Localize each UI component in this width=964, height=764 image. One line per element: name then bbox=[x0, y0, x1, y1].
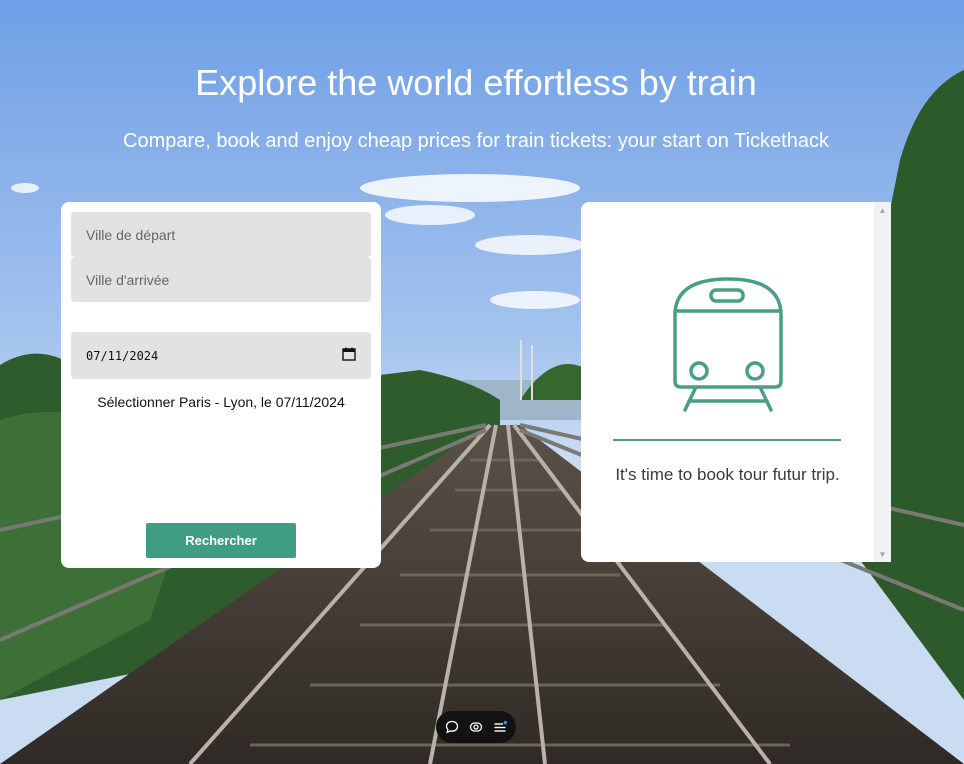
selection-summary: Sélectionner Paris - Lyon, le 07/11/2024 bbox=[97, 394, 345, 410]
results-card: It's time to book tour futur trip. ▲ ▼ bbox=[581, 202, 891, 562]
floating-toolbar bbox=[436, 711, 516, 743]
results-scrollbar[interactable]: ▲ ▼ bbox=[874, 202, 891, 562]
hero-subtitle: Compare, book and enjoy cheap prices for… bbox=[123, 130, 829, 152]
menu-list-icon[interactable] bbox=[492, 719, 508, 735]
scroll-up-arrow-icon[interactable]: ▲ bbox=[874, 202, 891, 218]
calendar-icon[interactable] bbox=[342, 347, 356, 364]
eye-icon[interactable] bbox=[468, 719, 484, 735]
train-icon bbox=[673, 277, 783, 412]
results-empty-message: It's time to book tour futur trip. bbox=[615, 465, 840, 484]
scroll-down-arrow-icon[interactable]: ▼ bbox=[874, 546, 891, 562]
date-value: 07/11/2024 bbox=[86, 348, 159, 363]
date-input[interactable]: 07/11/2024 bbox=[71, 332, 371, 379]
search-card: 07/11/2024 Sélectionner Paris - Lyon, le… bbox=[61, 202, 381, 568]
results-divider bbox=[613, 439, 841, 441]
chat-bubble-icon[interactable] bbox=[444, 719, 460, 735]
search-button[interactable]: Rechercher bbox=[146, 523, 296, 558]
hero-title: Explore the world effortless by train bbox=[195, 62, 757, 103]
arrival-city-input[interactable] bbox=[71, 257, 371, 302]
departure-city-input[interactable] bbox=[71, 212, 371, 257]
